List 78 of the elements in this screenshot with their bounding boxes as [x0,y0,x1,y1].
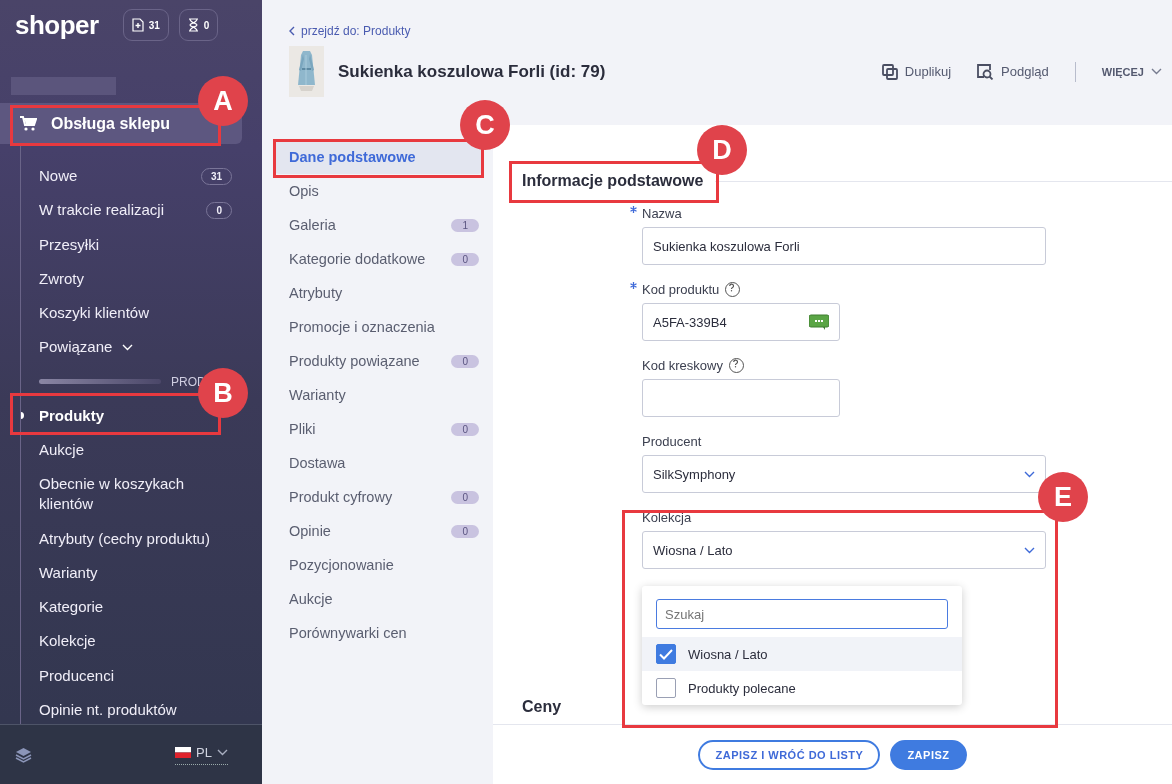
tab[interactable]: Kategorie dodatkowe 0 [273,242,484,276]
tab[interactable]: Atrybuty [273,276,484,310]
tab[interactable]: Warianty [273,378,484,412]
chat-bubble-icon[interactable] [809,314,829,330]
tab[interactable]: Pozycjonowanie [273,548,484,582]
count-badge: 0 [451,252,479,266]
checkbox[interactable] [656,678,676,698]
field-label: Kolekcja [642,509,692,525]
sidebar-item[interactable]: Przesyłki [21,227,129,262]
flag-icon [175,746,192,758]
preview-button[interactable]: Podgląd [977,63,1049,80]
counter-button[interactable]: 31 [122,9,169,41]
cart-icon [20,116,37,131]
duplicate-icon [881,63,898,80]
tab[interactable]: Promocje i oznaczenia [273,310,484,344]
count-badge: 0 [451,354,479,368]
dropdown-option[interactable]: Wiosna / Lato [642,637,962,671]
logo[interactable]: shoper [15,9,99,41]
tab[interactable]: Pliki 0 [273,412,484,446]
chevron-icon [1024,470,1035,478]
chevron-icon [1024,546,1035,554]
chevron-icon [122,343,134,351]
field-label: Kod produktu [642,281,720,297]
tab[interactable]: Dostawa [273,446,484,480]
select-field[interactable]: Wiosna / Lato [642,531,1046,569]
input-field[interactable]: Sukienka koszulowa Forli [642,227,1046,265]
tab[interactable]: Opis [273,174,484,208]
count-badge: 0 [451,524,479,538]
sidebar-item[interactable]: W trakcie realizacji 0 [21,193,262,228]
field-label: Producent [642,433,702,449]
sidebar-item[interactable]: Powiązane [21,330,164,365]
language-selector[interactable]: PL [175,744,228,765]
checkbox[interactable] [656,644,676,664]
sidebar-item[interactable]: Aukcje [21,432,115,467]
page-title: Sukienka koszulowa Forli (id: 79) [338,61,607,82]
more-button[interactable]: WIĘCEJ [1101,65,1162,78]
tab[interactable]: Opinie 0 [273,514,484,548]
sidebar-item[interactable]: Produkty [21,398,134,433]
tab[interactable]: Porównywarki cen [273,616,484,650]
preview-icon [977,63,995,80]
hourglass-icon [187,18,199,32]
section-heading: Informacje podstawowe [522,172,704,190]
sidebar-item[interactable]: Kolekcje [21,624,126,659]
tab[interactable]: Produkty powiązane 0 [273,344,484,378]
select-field[interactable]: SilkSymphony [642,455,1046,493]
sidebar-item[interactable]: Atrybuty (cechy produktu) [21,521,240,556]
sidebar-item[interactable]: Zwroty [21,261,114,296]
tab[interactable]: Galeria 1 [273,208,484,242]
tab[interactable]: Aukcje [273,582,484,616]
sidebar-item[interactable]: Warianty [21,555,128,590]
count-badge: 0 [451,422,479,436]
chevron-icon [1151,68,1162,75]
chevron-icon [217,748,228,756]
sidebar-item[interactable]: Producenci [21,658,145,693]
tab[interactable]: Produkt cyfrowy 0 [273,480,484,514]
sidebar-item[interactable]: Opinie nt. produktów [21,692,207,724]
field-label: Kod kreskowy [642,357,723,373]
duplicate-button[interactable]: Duplikuj [881,63,952,80]
back-link[interactable]: przejdź do: Produkty [289,24,1172,38]
save-button[interactable]: ZAPISZ [890,739,967,770]
sidebar-item[interactable]: Nowe 31 [21,159,262,194]
sidebar-item[interactable]: Kategorie [21,590,134,625]
dropdown-option[interactable]: Produkty polecane [642,671,962,705]
input-field[interactable]: A5FA-339B4 [642,303,840,341]
save-and-return-button[interactable]: ZAPISZ I WRÓĆ DO LISTY [698,739,881,770]
section-heading: Ceny [522,698,563,716]
count-badge: 1 [451,218,479,232]
input-field[interactable] [642,379,840,417]
count-badge: 0 [451,490,479,504]
field-label: Nazwa [642,205,682,221]
chevron-icon [289,26,295,36]
layers-icon[interactable] [15,746,32,763]
counter-button[interactable]: 0 [178,9,219,41]
search-field[interactable]: Szukaj [656,599,948,629]
sidebar-item[interactable]: Koszyki klientów [21,296,180,331]
new-order-icon [131,18,144,32]
tab[interactable]: Dane podstawowe [273,140,484,174]
sidebar-item[interactable]: Obecnie w koszykach klientów [21,467,249,522]
